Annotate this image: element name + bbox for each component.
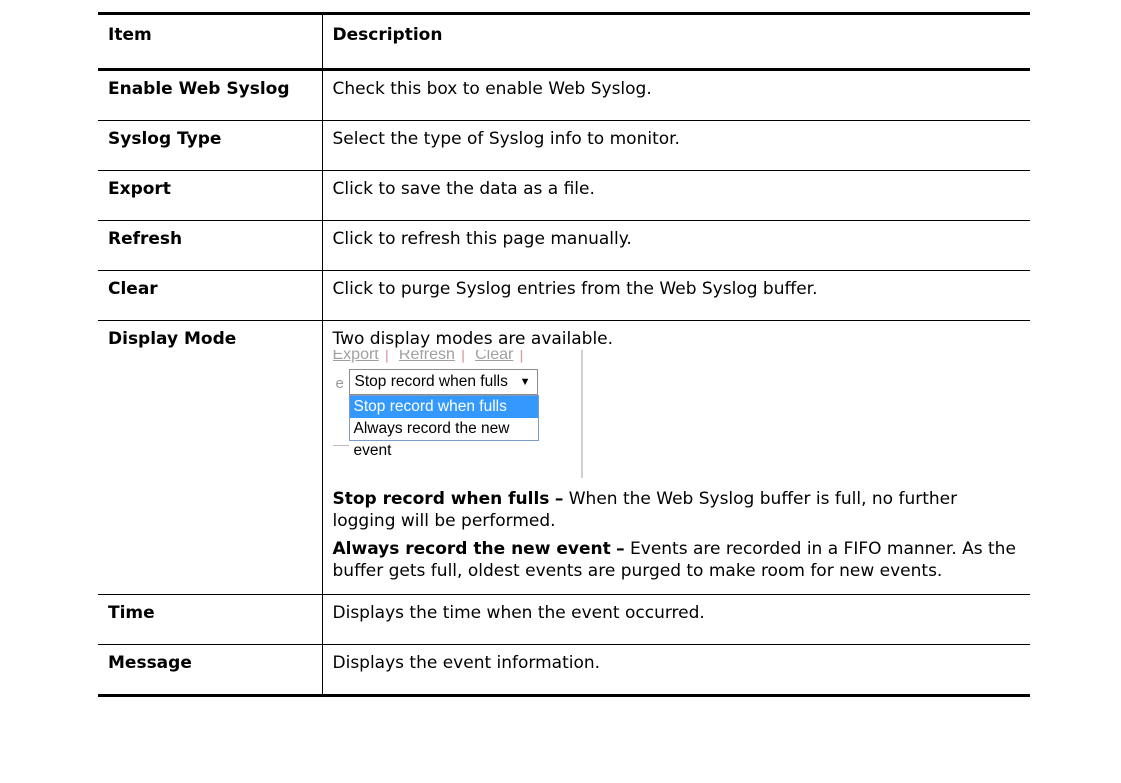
mode-name: Always record the new event — [332, 539, 611, 559]
link-separator: | — [384, 350, 389, 363]
link-separator: | — [460, 350, 466, 363]
label-fragment: e — [335, 375, 344, 392]
row-description: Select the type of Syslog info to monito… — [321, 120, 1030, 171]
link-separator: | — [519, 350, 524, 363]
row-description: Displays the time when the event occurre… — [321, 594, 1030, 645]
table-row: Syslog Type Select the type of Syslog in… — [98, 120, 1030, 171]
row-item: Time — [98, 594, 322, 645]
divider — [580, 350, 583, 478]
table-row: Clear Click to purge Syslog entries from… — [98, 270, 1030, 321]
row-item: Enable Web Syslog — [98, 69, 322, 121]
row-item: Clear — [98, 270, 322, 321]
row-description: Check this box to enable Web Syslog. — [321, 69, 1030, 121]
description-table: Item Description Enable Web Syslog Check… — [98, 12, 1030, 697]
table-header-row: Item Description — [98, 12, 1030, 71]
row-description: Click to refresh this page manually. — [321, 220, 1030, 271]
divider — [332, 445, 349, 446]
mode-description-always: Always record the new event – Events are… — [333, 538, 1021, 582]
dropdown-arrow-icon: ▼ — [519, 376, 531, 388]
mode-dash: – — [554, 489, 564, 509]
mode-dash: – — [616, 539, 625, 559]
display-mode-dropdown: Stop record when fulls Always record the… — [348, 395, 539, 459]
table-row: Enable Web Syslog Check this box to enab… — [98, 69, 1030, 121]
display-mode-select: Stop record when fulls ▼ — [348, 369, 538, 395]
clear-link: Clear — [475, 350, 514, 363]
table-row: Export Click to save the data as a file. — [98, 170, 1030, 221]
row-description: Click to purge Syslog entries from the W… — [321, 270, 1030, 321]
display-mode-intro: Two display modes are available. — [332, 329, 614, 349]
mode-name: Stop record when fulls — [332, 489, 550, 509]
table-row: Message Displays the event information. — [98, 644, 1030, 697]
table-row: Time Displays the time when the event oc… — [98, 594, 1030, 645]
row-item: Refresh — [98, 220, 322, 271]
dropdown-option-stop-record: Stop record when fulls — [349, 396, 538, 418]
refresh-link: Refresh — [398, 350, 455, 363]
table-row-display-mode: Display Mode Two display modes are avail… — [98, 320, 1030, 595]
select-value: Stop record when fulls — [354, 373, 508, 390]
dropdown-option-always-record: Always record the new event — [353, 420, 510, 459]
row-item: Message — [98, 644, 322, 697]
header-item: Item — [98, 12, 322, 71]
row-item: Syslog Type — [98, 120, 322, 171]
mode-description-stop: Stop record when fulls – When the Web Sy… — [333, 488, 1021, 532]
display-mode-screenshot: Export | Refresh | Clear | e Stop record when… — [332, 350, 677, 478]
snapshot-links: Export | Refresh | Clear | — [332, 350, 534, 363]
header-description: Description — [321, 12, 1030, 71]
row-item: Display Mode — [98, 320, 322, 595]
export-link: Export — [332, 350, 379, 363]
row-description: Displays the event information. — [321, 644, 1030, 697]
row-description: Click to save the data as a file. — [321, 170, 1030, 221]
row-description: Two display modes are available. Export |… — [321, 320, 1030, 595]
row-item: Export — [98, 170, 322, 221]
table-row: Refresh Click to refresh this page manua… — [98, 220, 1030, 271]
